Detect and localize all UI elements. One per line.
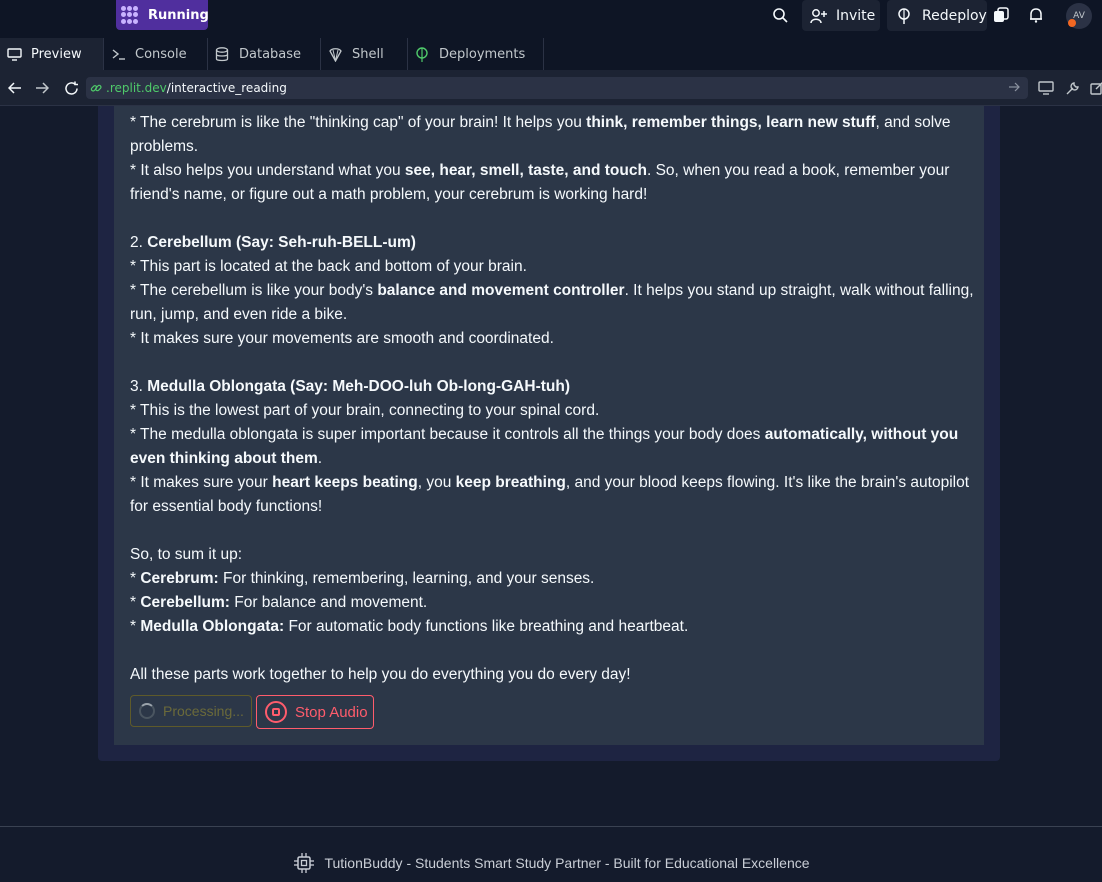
copy-icon[interactable] (992, 6, 1010, 24)
tab-shell[interactable]: Shell (321, 38, 408, 70)
status-dot (1068, 19, 1076, 27)
stop-circle-icon (265, 701, 287, 723)
footer-divider (0, 826, 1102, 827)
address-bar: .replit.dev /interactive_reading (0, 70, 1102, 106)
summary-item: * Cerebellum: For balance and movement. (130, 594, 428, 611)
forward-arrow-icon[interactable] (33, 79, 51, 97)
text-line: * It makes sure your heart keeps beating… (130, 474, 970, 515)
text-line: * It also helps you understand what you … (130, 162, 950, 203)
terminal-icon (110, 46, 126, 62)
processing-button[interactable]: Processing... (130, 695, 252, 727)
deploy-icon (896, 7, 914, 25)
invite-button[interactable]: Invite (802, 0, 880, 31)
text-line: * This is the lowest part of your brain,… (130, 402, 600, 419)
database-icon (214, 46, 230, 62)
preview-pane: * The cerebrum is like the "thinking cap… (0, 106, 1102, 882)
deployments-icon (414, 46, 430, 62)
devtools-wrench-icon[interactable] (1063, 79, 1081, 97)
notification-bell-icon[interactable] (1027, 6, 1045, 24)
text-line: * The medulla oblongata is super importa… (130, 426, 959, 467)
url-path: /interactive_reading (166, 81, 287, 95)
section-heading: 3. Medulla Oblongata (Say: Meh-DOO-luh O… (130, 378, 570, 395)
back-arrow-icon[interactable] (6, 79, 24, 97)
text-line: * The cerebrum is like the "thinking cap… (130, 114, 951, 155)
section-heading: 2. Cerebellum (Say: Seh-ruh-BELL-um) (130, 234, 416, 251)
tab-preview-label: Preview (31, 46, 82, 62)
top-bar: Running Invite Redeploy AV (0, 0, 1102, 38)
tab-deployments-label: Deployments (439, 46, 526, 62)
url-host: .replit.dev (106, 81, 167, 95)
redeploy-button[interactable]: Redeploy (887, 0, 987, 31)
summary-item: * Medulla Oblongata: For automatic body … (130, 618, 689, 635)
stop-audio-button[interactable]: Stop Audio (256, 695, 374, 729)
stop-audio-label: Stop Audio (295, 703, 368, 721)
cpu-chip-icon (292, 851, 316, 875)
url-field[interactable]: .replit.dev /interactive_reading (86, 77, 1028, 99)
explanation-text: * The cerebrum is like the "thinking cap… (130, 111, 975, 687)
reload-icon[interactable] (62, 79, 80, 97)
tab-database[interactable]: Database (208, 38, 321, 70)
loading-spinner-icon (139, 703, 155, 719)
text-line: * This part is located at the back and b… (130, 258, 527, 275)
avatar[interactable]: AV (1066, 3, 1092, 29)
footer-text: TutionBuddy - Students Smart Study Partn… (324, 855, 810, 871)
summary-item: * Cerebrum: For thinking, remembering, l… (130, 570, 595, 587)
text-line: * It makes sure your movements are smoot… (130, 330, 554, 347)
processing-label: Processing... (163, 703, 244, 719)
add-user-icon (810, 7, 828, 25)
apps-grid-icon (121, 6, 138, 24)
search-icon[interactable] (771, 6, 789, 24)
closing-line: All these parts work together to help yo… (130, 666, 631, 683)
tab-deployments[interactable]: Deployments (408, 38, 544, 70)
tab-console-label: Console (135, 46, 187, 62)
link-icon (90, 81, 104, 95)
device-preview-icon[interactable] (1037, 79, 1055, 97)
open-new-tab-icon[interactable] (1088, 79, 1102, 97)
redeploy-label: Redeploy (922, 7, 987, 24)
shell-icon (327, 46, 343, 62)
run-status-button[interactable]: Running (116, 0, 209, 30)
tab-shell-label: Shell (352, 46, 384, 62)
invite-label: Invite (836, 7, 876, 24)
go-arrow-icon[interactable] (1008, 81, 1022, 95)
footer: TutionBuddy - Students Smart Study Partn… (0, 851, 1102, 875)
tab-preview[interactable]: Preview (0, 38, 104, 70)
text-line: * The cerebellum is like your body's bal… (130, 282, 974, 323)
tab-console[interactable]: Console (104, 38, 208, 70)
monitor-icon (6, 46, 22, 62)
tab-database-label: Database (239, 46, 302, 62)
tab-bar: Preview Console Database Shell Deploymen… (0, 38, 1102, 70)
run-status-label: Running (148, 7, 209, 23)
summary-intro: So, to sum it up: (130, 546, 242, 563)
